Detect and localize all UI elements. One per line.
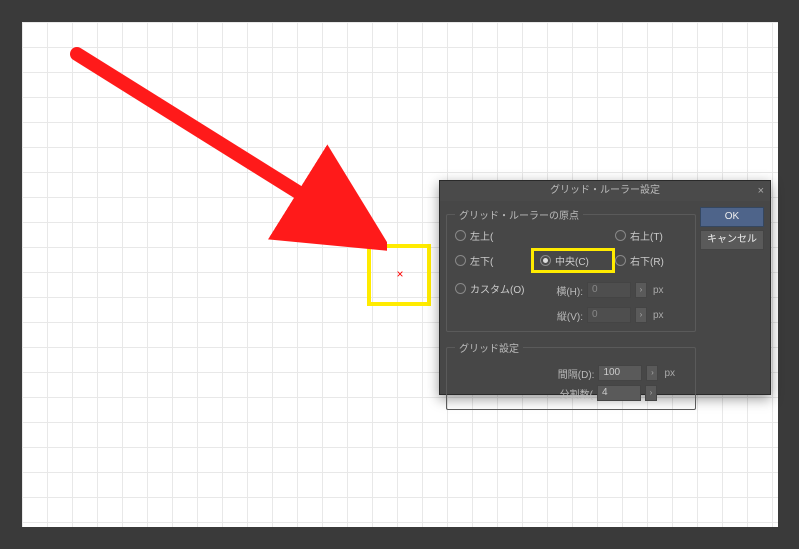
v-label: 縦(V): xyxy=(535,308,583,323)
radio-center[interactable]: 中央(C) xyxy=(531,248,615,273)
annotation-highlight-center xyxy=(367,244,431,306)
dialog-title-text: グリッド・ルーラー設定 xyxy=(550,185,660,196)
division-label: 分割数( xyxy=(533,386,593,401)
spacing-input[interactable]: 100 xyxy=(598,365,642,381)
v-input[interactable]: 0 xyxy=(587,307,631,323)
annotation-arrow xyxy=(57,34,387,264)
v-unit: px xyxy=(653,310,664,321)
spacing-label: 間隔(D): xyxy=(534,366,594,381)
ok-button[interactable]: OK xyxy=(700,207,764,227)
spacing-unit: px xyxy=(664,368,675,379)
division-stepper[interactable]: › xyxy=(645,385,657,401)
origin-legend: グリッド・ルーラーの原点 xyxy=(455,207,583,222)
close-icon[interactable]: × xyxy=(758,181,764,201)
h-label: 横(H): xyxy=(535,283,583,298)
dialog-titlebar[interactable]: グリッド・ルーラー設定 × xyxy=(440,181,770,201)
h-unit: px xyxy=(653,285,664,296)
v-stepper[interactable]: › xyxy=(635,307,647,323)
radio-top-left[interactable]: 左上( xyxy=(455,228,535,243)
division-input[interactable]: 4 xyxy=(597,385,641,401)
spacing-stepper[interactable]: › xyxy=(646,365,658,381)
radio-top-right[interactable]: 右上(T) xyxy=(615,228,685,243)
radio-bottom-left[interactable]: 左下( xyxy=(455,253,535,268)
h-input[interactable]: 0 xyxy=(587,282,631,298)
grid-ruler-settings-dialog: グリッド・ルーラー設定 × グリッド・ルーラーの原点 左上( 右上(T) 左下(… xyxy=(439,180,771,395)
h-stepper[interactable]: › xyxy=(635,282,647,298)
radio-bottom-right[interactable]: 右下(R) xyxy=(615,253,685,268)
grid-legend: グリッド設定 xyxy=(455,340,523,355)
cancel-button[interactable]: キャンセル xyxy=(700,230,764,250)
radio-custom[interactable]: カスタム(O) xyxy=(455,281,535,296)
origin-fieldset: グリッド・ルーラーの原点 左上( 右上(T) 左下( 中央(C) 右下(R) カ… xyxy=(446,207,696,332)
grid-fieldset: グリッド設定 間隔(D): 100 › px 分割数( 4 › xyxy=(446,340,696,410)
